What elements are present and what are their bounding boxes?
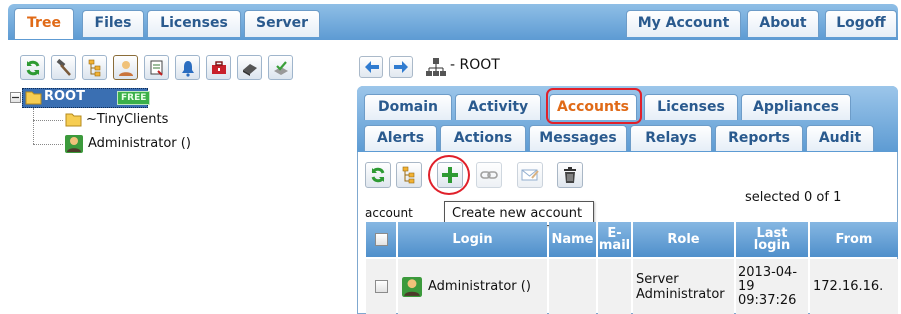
admin-user-icon (402, 276, 422, 297)
tree-connector (33, 108, 34, 144)
arrow-right-icon (394, 61, 408, 73)
tab-relays[interactable]: Relays (630, 125, 712, 151)
trash-icon (564, 167, 576, 183)
row-checkbox[interactable] (374, 280, 388, 293)
refresh-icon (371, 167, 385, 183)
tab-reports[interactable]: Reports (715, 125, 803, 151)
email-header-line2: mail (598, 237, 631, 253)
minus-icon (12, 96, 19, 99)
tree-root-label: ROOT (44, 89, 85, 104)
tree-connector (33, 144, 63, 145)
report-icon (150, 60, 163, 76)
report-button[interactable] (144, 55, 169, 80)
tree-view-icon (88, 59, 101, 77)
link-icon (480, 171, 498, 179)
column-header-from[interactable]: From (810, 222, 898, 257)
column-header-name[interactable]: Name (549, 222, 596, 257)
table-cell-login[interactable]: Administrator () (398, 259, 547, 314)
toolbox-icon (212, 61, 226, 74)
column-header-last-login[interactable]: Last login (736, 222, 808, 257)
add-button-highlight (428, 155, 470, 195)
tree-collapse-toggle[interactable] (10, 92, 21, 103)
tab-activity[interactable]: Activity (455, 94, 541, 120)
free-badge: FREE (117, 91, 151, 105)
table-cell-email (598, 259, 631, 314)
column-header-login[interactable]: Login (398, 222, 547, 257)
hammer-icon (56, 59, 71, 76)
back-button[interactable] (359, 56, 383, 78)
message-icon (521, 169, 539, 181)
approve-button[interactable] (268, 55, 293, 80)
tools-button[interactable] (51, 55, 76, 80)
delete-button[interactable] (557, 162, 583, 188)
tree-accounts-button[interactable] (396, 162, 422, 188)
tab-licenses[interactable]: Licenses (147, 10, 241, 37)
table-cell-last-login: 2013-04- 19 09:37:26 (736, 259, 808, 314)
refresh-icon (26, 60, 40, 76)
tab-files[interactable]: Files (82, 10, 144, 37)
tab-audit[interactable]: Audit (806, 125, 874, 151)
selection-count: selected 0 of 1 (745, 190, 842, 205)
arrow-left-icon (365, 61, 379, 73)
alerts-button[interactable] (175, 55, 200, 80)
tab-actions[interactable]: Actions (440, 125, 526, 151)
tree-view-button[interactable] (82, 55, 107, 80)
folder-icon (65, 113, 82, 127)
user-icon (119, 61, 133, 76)
check-stamp-icon (274, 61, 288, 75)
forward-button[interactable] (389, 56, 413, 78)
tab-appliances[interactable]: Appliances (741, 94, 851, 120)
breadcrumb: - ROOT (450, 57, 500, 73)
tree-panel (14, 85, 344, 314)
tab-messages[interactable]: Messages (529, 125, 627, 151)
message-button[interactable] (517, 162, 543, 188)
last-login-line3: 09:37:26 (738, 292, 797, 308)
table-row-checkbox-cell (366, 259, 396, 314)
last-login-line1: 2013-04- (738, 264, 798, 280)
tab-my-account[interactable]: My Account (626, 10, 741, 37)
role-line1: Server (636, 271, 679, 287)
table-cell-from: 172.16.16. (810, 259, 898, 314)
last-login-header-line2: login (753, 237, 791, 253)
last-login-line2: 19 (738, 278, 755, 294)
link-button[interactable] (476, 162, 502, 188)
table-cell-role: Server Administrator (633, 259, 734, 314)
bell-icon (182, 61, 194, 77)
tab-about[interactable]: About (747, 10, 819, 37)
toolbox-button[interactable] (206, 55, 231, 80)
eraser-button[interactable] (237, 55, 262, 80)
select-all-header (366, 222, 396, 257)
tab-tree[interactable]: Tree (14, 8, 74, 39)
column-header-role[interactable]: Role (633, 222, 734, 257)
tab-server[interactable]: Server (244, 10, 320, 37)
tree-connector (33, 120, 63, 121)
tab-licenses-section[interactable]: Licenses (644, 94, 738, 120)
login-value: Administrator () (428, 279, 531, 294)
column-header-email[interactable]: E- mail (598, 222, 631, 257)
refresh-button[interactable] (20, 55, 45, 80)
tree-item-tinyclients[interactable]: ~TinyClients (86, 112, 168, 127)
role-line2: Administrator (636, 286, 725, 302)
tab-domain[interactable]: Domain (364, 94, 452, 120)
select-all-checkbox[interactable] (374, 233, 388, 246)
table-cell-name (549, 259, 596, 314)
accounts-tab-highlight (546, 88, 642, 124)
user-button[interactable] (113, 55, 138, 80)
tree-view-icon (402, 166, 415, 184)
tab-logoff[interactable]: Logoff (825, 10, 897, 37)
eraser-icon (243, 64, 257, 76)
admin-user-icon (65, 135, 83, 153)
tab-alerts[interactable]: Alerts (364, 125, 437, 151)
refresh-accounts-button[interactable] (365, 162, 391, 188)
network-icon (426, 58, 446, 76)
folder-icon (25, 91, 42, 105)
tree-item-administrator[interactable]: Administrator () (88, 136, 191, 151)
section-label: account (365, 206, 413, 220)
